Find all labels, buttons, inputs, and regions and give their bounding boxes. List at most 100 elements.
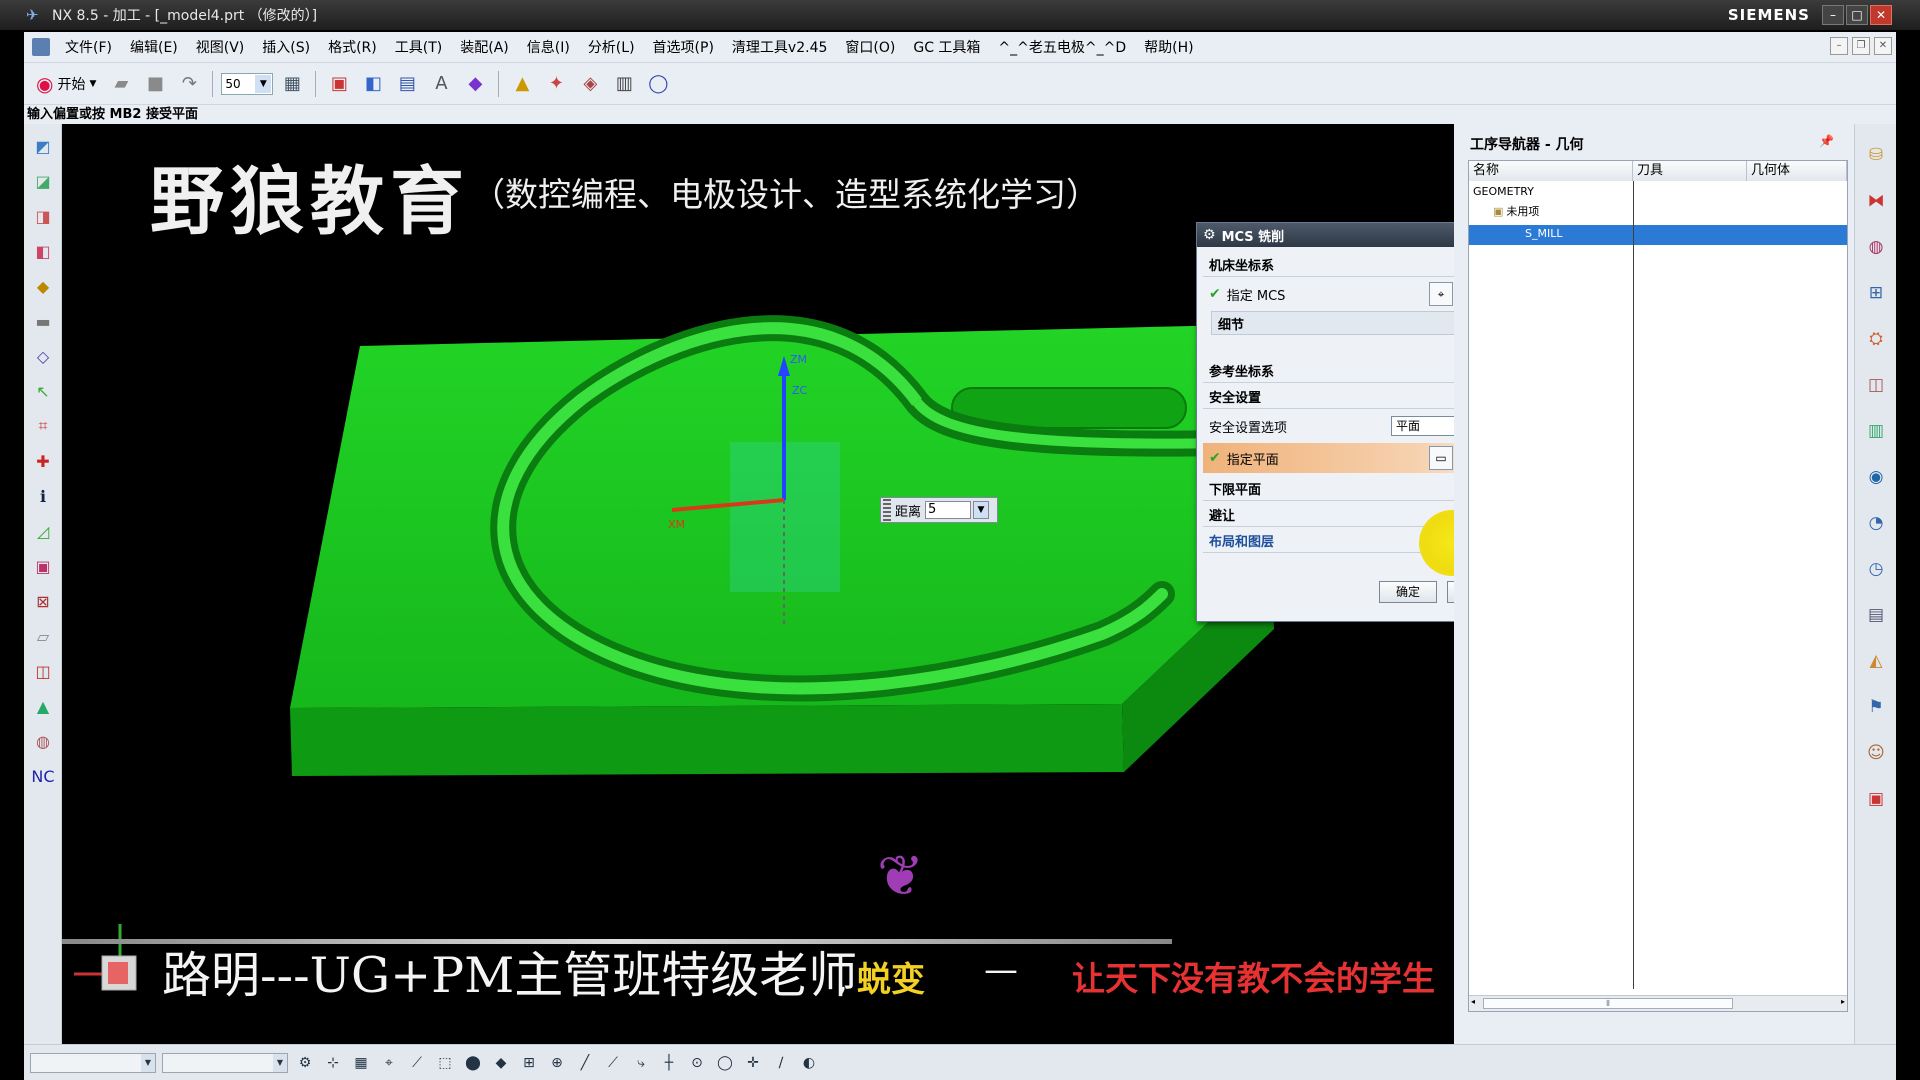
- snap-on-face-icon[interactable]: ◐: [798, 1052, 820, 1074]
- snap-tangent-icon[interactable]: ⤷: [630, 1052, 652, 1074]
- type-filter-select[interactable]: [30, 1052, 156, 1073]
- pin-icon[interactable]: 📌: [1819, 134, 1834, 148]
- snap-intersection-icon[interactable]: ┼: [658, 1052, 680, 1074]
- measure-icon[interactable]: ✚: [30, 448, 56, 474]
- tree-node-geometry[interactable]: GEOMETRY: [1469, 183, 1534, 201]
- save-icon[interactable]: ■: [140, 69, 170, 99]
- scroll-left-icon[interactable]: ◂: [1471, 997, 1475, 1006]
- create-operation-icon[interactable]: ◆: [460, 69, 490, 99]
- select-face-icon[interactable]: ▦: [350, 1052, 372, 1074]
- analysis-icon[interactable]: ◿: [30, 518, 56, 544]
- create-tool-icon[interactable]: ◧: [358, 69, 388, 99]
- create-program-icon[interactable]: ▣: [324, 69, 354, 99]
- snap-quadrant-icon[interactable]: ◯: [714, 1052, 736, 1074]
- start-button[interactable]: ◉ 开始 ▼: [30, 69, 102, 99]
- replay-path-icon[interactable]: ✦: [541, 69, 571, 99]
- scope-filter-select[interactable]: [162, 1052, 288, 1073]
- menu-insert[interactable]: 插入(S): [253, 37, 319, 57]
- settings-icon[interactable]: ⚙: [294, 1052, 316, 1074]
- select-edge-icon[interactable]: ⟋: [406, 1052, 428, 1074]
- assembly-navigator-icon[interactable]: ⛁: [1861, 140, 1891, 170]
- tree-node-mcs-mill[interactable]: S_MILL: [1521, 225, 1562, 243]
- snap-endpoint-icon[interactable]: ⟋: [602, 1052, 624, 1074]
- menu-window[interactable]: 窗口(O): [836, 37, 904, 57]
- menu-preferences[interactable]: 首选项(P): [644, 37, 723, 57]
- menu-file[interactable]: 文件(F): [56, 37, 121, 57]
- part-navigator-icon[interactable]: ◍: [1861, 232, 1891, 262]
- menu-format[interactable]: 格式(R): [319, 37, 386, 57]
- plane-dialog-icon[interactable]: ▭: [1429, 446, 1453, 470]
- toolpath-icon[interactable]: ▲: [30, 693, 56, 719]
- drag-handle-icon[interactable]: [883, 499, 891, 521]
- select-box-icon[interactable]: ⬚: [434, 1052, 456, 1074]
- machine-tool-navigator-icon[interactable]: ⛭: [1861, 324, 1891, 354]
- column-header-name[interactable]: 名称: [1469, 161, 1633, 181]
- roles-icon[interactable]: ⚑: [1861, 692, 1891, 722]
- menu-analysis[interactable]: 分析(L): [579, 37, 644, 57]
- system-scene-icon[interactable]: ▣: [1861, 784, 1891, 814]
- snap-point-icon[interactable]: ⊹: [322, 1052, 344, 1074]
- menu-assembly[interactable]: 装配(A): [451, 37, 518, 57]
- menu-gc-toolkit[interactable]: GC 工具箱: [904, 37, 989, 57]
- select-body-icon[interactable]: ◆: [490, 1052, 512, 1074]
- doc-minimize-icon[interactable]: –: [1830, 37, 1848, 55]
- menu-electrode[interactable]: ^_^老五电极^_^D: [989, 37, 1135, 57]
- menu-information[interactable]: 信息(I): [518, 37, 579, 57]
- select-solid-icon[interactable]: ⬤: [462, 1052, 484, 1074]
- csys-icon[interactable]: ⌗: [30, 413, 56, 439]
- menu-cleanup-tools[interactable]: 清理工具v2.45: [723, 37, 836, 57]
- scrollbar-thumb[interactable]: ⦀: [1483, 998, 1733, 1009]
- history-icon[interactable]: ◔: [1861, 508, 1891, 538]
- column-header-tool[interactable]: 刀具: [1633, 161, 1747, 181]
- shaded-icon[interactable]: ▬: [30, 308, 56, 334]
- reuse-library-icon[interactable]: ▥: [1861, 416, 1891, 446]
- verify-path-icon[interactable]: ◈: [575, 69, 605, 99]
- tree-node-unused[interactable]: ▣ 未用项: [1489, 203, 1539, 221]
- rotate-view-icon[interactable]: ◨: [30, 203, 56, 229]
- create-method-icon[interactable]: A: [426, 69, 456, 99]
- maximize-button[interactable]: □: [1846, 5, 1868, 25]
- menu-app-icon[interactable]: [32, 38, 50, 56]
- distance-dropdown-icon[interactable]: ▼: [973, 501, 990, 519]
- dimension-icon[interactable]: ↖: [30, 378, 56, 404]
- distance-field[interactable]: 5: [925, 501, 972, 519]
- section-icon[interactable]: ▣: [30, 553, 56, 579]
- doc-restore-icon[interactable]: ❐: [1852, 37, 1870, 55]
- scroll-right-icon[interactable]: ▸: [1841, 997, 1845, 1006]
- close-window-button[interactable]: ✕: [1870, 5, 1892, 25]
- distance-input-box[interactable]: 距离 5 ▼: [880, 497, 998, 523]
- open-icon[interactable]: ▰: [106, 69, 136, 99]
- snap-existing-point-icon[interactable]: ✛: [742, 1052, 764, 1074]
- machine-icon[interactable]: ◍: [30, 728, 56, 754]
- minimize-button[interactable]: –: [1822, 5, 1844, 25]
- csys-dialog-icon[interactable]: ⌖: [1429, 282, 1453, 306]
- web-browser-icon[interactable]: ◉: [1861, 462, 1891, 492]
- snap-line-icon[interactable]: ╱: [574, 1052, 596, 1074]
- select-feature-icon[interactable]: ⌖: [378, 1052, 400, 1074]
- zoom-icon[interactable]: ◆: [30, 273, 56, 299]
- snap-on-curve-icon[interactable]: ∕: [770, 1052, 792, 1074]
- snap-center-icon[interactable]: ⊙: [686, 1052, 708, 1074]
- create-geometry-icon[interactable]: ▤: [392, 69, 422, 99]
- orient-view-icon[interactable]: ◪: [30, 168, 56, 194]
- menu-help[interactable]: 帮助(H): [1135, 37, 1202, 57]
- palette-icon[interactable]: ◭: [1861, 646, 1891, 676]
- snap-grid-icon[interactable]: ⊞: [518, 1052, 540, 1074]
- ok-button[interactable]: 确定: [1379, 581, 1437, 603]
- gear-icon[interactable]: ⚙: [1203, 227, 1216, 243]
- horizontal-scrollbar[interactable]: ◂ ⦀ ▸: [1469, 995, 1847, 1011]
- box-icon[interactable]: ◫: [30, 658, 56, 684]
- operation-navigator-icon[interactable]: ⊞: [1861, 278, 1891, 308]
- process-studio-icon[interactable]: ◷: [1861, 554, 1891, 584]
- selection-filter-combo[interactable]: 50: [221, 72, 274, 95]
- nc-icon[interactable]: NC: [30, 763, 56, 789]
- doc-close-icon[interactable]: ✕: [1874, 37, 1892, 55]
- system-materials-icon[interactable]: ▤: [1861, 600, 1891, 630]
- info-icon[interactable]: ℹ: [30, 483, 56, 509]
- grid-icon[interactable]: ⊠: [30, 588, 56, 614]
- constraint-navigator-icon[interactable]: ⧓: [1861, 186, 1891, 216]
- column-header-geometry[interactable]: 几何体: [1747, 161, 1847, 181]
- view-cube-icon[interactable]: ◩: [30, 133, 56, 159]
- plane-icon[interactable]: ▱: [30, 623, 56, 649]
- shop-doc-icon[interactable]: ◯: [643, 69, 673, 99]
